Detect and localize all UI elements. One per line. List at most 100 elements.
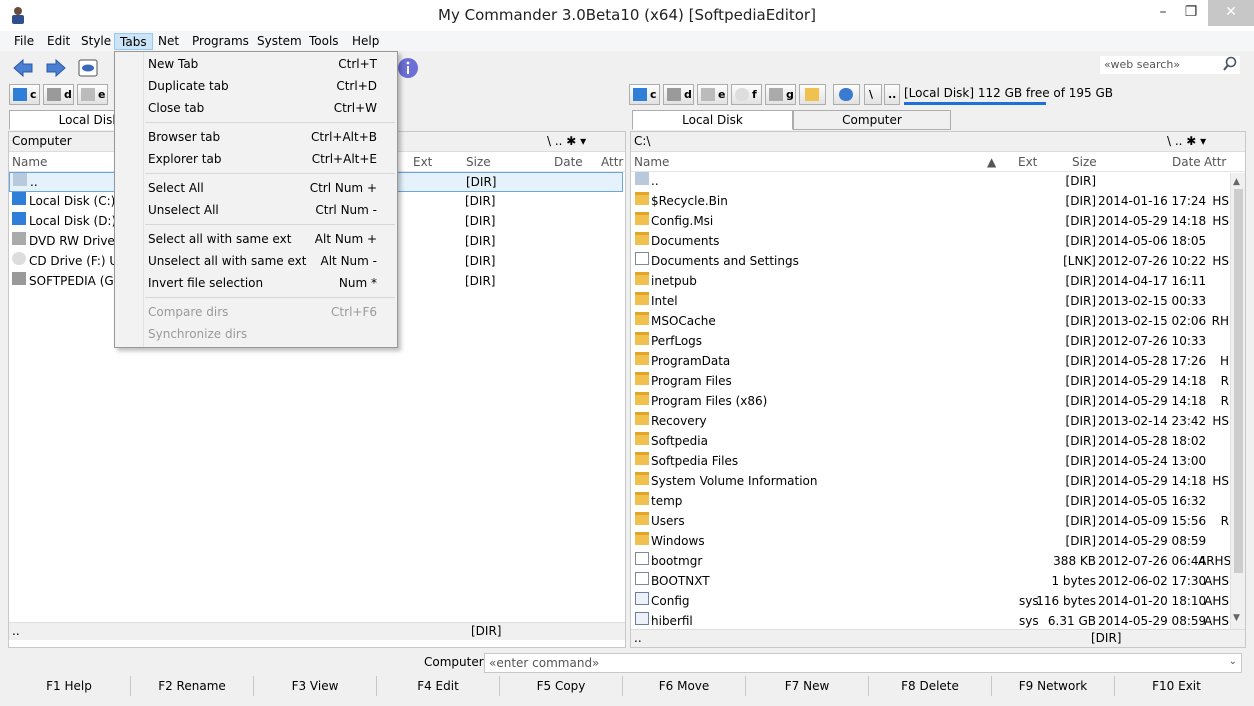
file-name: $Recycle.Bin: [651, 194, 728, 208]
list-item[interactable]: temp [DIR] 2014-05-05 16:32: [631, 492, 1229, 512]
path-tools[interactable]: \ .. ✱ ▾: [1167, 132, 1206, 151]
list-item[interactable]: System Volume Information [DIR] 2014-05-29…: [631, 472, 1229, 492]
list-item[interactable]: inetpub [DIR] 2014-04-17 16:11: [631, 272, 1229, 292]
file-size: [LNK]: [1063, 254, 1096, 268]
right-drive-f[interactable]: f: [731, 84, 762, 105]
list-item[interactable]: ProgramData [DIR] 2014-05-28 17:26 H: [631, 352, 1229, 372]
maximize-button[interactable]: ❐: [1176, 0, 1206, 26]
list-item[interactable]: hiberfil sys 6.31 GB 2014-05-29 08:59 AHS: [631, 612, 1229, 630]
menu-item-unselect-all[interactable]: Unselect All Ctrl Num -: [115, 199, 397, 221]
list-item[interactable]: Softpedia Files [DIR] 2014-05-24 13:00: [631, 452, 1229, 472]
left-drive-c[interactable]: c: [9, 84, 40, 105]
menu-item-select-all[interactable]: Select All Ctrl Num +: [115, 177, 397, 199]
f5-copy-button[interactable]: F5 Copy: [500, 676, 623, 696]
col-name[interactable]: Name: [12, 155, 47, 169]
menu-file[interactable]: File: [9, 33, 39, 50]
col-size[interactable]: Size: [1072, 155, 1097, 169]
menu-system[interactable]: System: [252, 33, 307, 50]
f8-delete-button[interactable]: F8 Delete: [869, 676, 992, 696]
list-item[interactable]: .. [DIR]: [631, 172, 1229, 192]
list-item[interactable]: PerfLogs [DIR] 2012-07-26 10:33: [631, 332, 1229, 352]
menu-item-label: Explorer tab: [148, 152, 222, 166]
list-item[interactable]: Softpedia [DIR] 2014-05-28 18:02: [631, 432, 1229, 452]
menu-tools[interactable]: Tools: [304, 33, 344, 50]
close-button[interactable]: ✕: [1208, 0, 1254, 26]
list-item[interactable]: $Recycle.Bin [DIR] 2014-01-16 17:24 HS: [631, 192, 1229, 212]
menu-item-explorer-tab[interactable]: Explorer tab Ctrl+Alt+E: [115, 148, 397, 170]
list-item[interactable]: MSOCache [DIR] 2013-02-15 02:06 RH: [631, 312, 1229, 332]
menu-net[interactable]: Net: [153, 33, 184, 50]
back-arrow-icon[interactable]: [12, 57, 34, 79]
minimize-button[interactable]: –: [1148, 0, 1178, 26]
col-ext[interactable]: Ext: [1018, 155, 1037, 169]
right-drive-c[interactable]: c: [629, 84, 660, 105]
command-input[interactable]: «enter command» ⌄: [484, 653, 1242, 673]
path-tools[interactable]: \ .. ✱ ▾: [547, 132, 586, 151]
list-item[interactable]: Program Files [DIR] 2014-05-29 14:18 R: [631, 372, 1229, 392]
list-item[interactable]: BOOTNXT 1 bytes 2012-06-02 17:30 AHS: [631, 572, 1229, 592]
right-drive-g[interactable]: g: [765, 84, 796, 105]
parent-dir-button[interactable]: ..: [884, 84, 900, 105]
menu-item-new-tab[interactable]: New Tab Ctrl+T: [115, 53, 397, 75]
root-dir-button[interactable]: \: [864, 84, 882, 105]
right-scrollbar[interactable]: ▲ ▼: [1230, 173, 1245, 629]
list-item[interactable]: Documents [DIR] 2014-05-06 18:05: [631, 232, 1229, 252]
f9-network-button[interactable]: F9 Network: [992, 676, 1115, 696]
scroll-down-icon[interactable]: ▼: [1233, 613, 1240, 623]
right-tab-computer[interactable]: Computer: [793, 110, 951, 130]
f1-help-button[interactable]: F1 Help: [8, 676, 131, 696]
file-size: [DIR]: [1065, 514, 1096, 528]
list-item[interactable]: bootmgr 388 KB 2012-07-26 06:44 ARHS: [631, 552, 1231, 572]
web-search-input[interactable]: «web search»: [1100, 56, 1240, 74]
menu-programs[interactable]: Programs: [187, 33, 254, 50]
left-drive-d[interactable]: d: [43, 84, 74, 105]
chevron-down-icon[interactable]: ⌄: [1229, 656, 1237, 667]
menu-item-select-all-with-same-ext[interactable]: Select all with same ext Alt Num +: [115, 228, 397, 250]
view-icon[interactable]: [77, 57, 99, 79]
menu-item-duplicate-tab[interactable]: Duplicate tab Ctrl+D: [115, 75, 397, 97]
menu-style[interactable]: Style: [76, 33, 116, 50]
list-item[interactable]: Documents and Settings [LNK] 2012-07-26 10…: [631, 252, 1229, 272]
menu-item-browser-tab[interactable]: Browser tab Ctrl+Alt+B: [115, 126, 397, 148]
cd-drive-icon: [735, 88, 749, 101]
scroll-thumb[interactable]: [1234, 189, 1243, 573]
col-name[interactable]: Name: [634, 155, 669, 169]
menu-edit[interactable]: Edit: [42, 33, 75, 50]
f4-edit-button[interactable]: F4 Edit: [377, 676, 500, 696]
forward-arrow-icon[interactable]: [45, 57, 67, 79]
scroll-up-icon[interactable]: ▲: [1233, 177, 1240, 187]
list-item[interactable]: Config.Msi [DIR] 2014-05-29 14:18 HS: [631, 212, 1229, 232]
col-attr[interactable]: Attr: [1204, 155, 1226, 169]
list-item[interactable]: Intel [DIR] 2013-02-15 00:33: [631, 292, 1229, 312]
file-size: [DIR]: [1065, 214, 1096, 228]
list-item[interactable]: Config sys 116 bytes 2014-01-20 18:10 AHS: [631, 592, 1229, 612]
right-tab-local-disk[interactable]: Local Disk: [632, 110, 793, 130]
list-item[interactable]: Program Files (x86) [DIR] 2014-05-29 14:18…: [631, 392, 1229, 412]
menu-tabs[interactable]: Tabs: [114, 33, 153, 50]
right-drive-folder[interactable]: [799, 84, 826, 105]
col-ext[interactable]: Ext: [413, 155, 432, 169]
info-icon[interactable]: [397, 57, 419, 79]
f6-move-button[interactable]: F6 Move: [623, 676, 746, 696]
col-size[interactable]: Size: [466, 155, 491, 169]
f2-rename-button[interactable]: F2 Rename: [131, 676, 254, 696]
f10-exit-button[interactable]: F10 Exit: [1115, 676, 1238, 696]
search-icon[interactable]: [1222, 56, 1238, 72]
menu-help[interactable]: Help: [347, 33, 384, 50]
right-drive-e[interactable]: e: [697, 84, 728, 105]
menu-item-unselect-all-with-same-ext[interactable]: Unselect all with same ext Alt Num -: [115, 250, 397, 272]
menu-item-close-tab[interactable]: Close tab Ctrl+W: [115, 97, 397, 119]
network-icon: [839, 88, 853, 101]
list-item[interactable]: Users [DIR] 2014-05-09 15:56 R: [631, 512, 1229, 532]
right-drive-network[interactable]: [833, 84, 860, 105]
list-item[interactable]: Recovery [DIR] 2013-02-14 23:42 HS: [631, 412, 1229, 432]
left-drive-e[interactable]: e: [77, 84, 108, 105]
col-date[interactable]: Date: [554, 155, 583, 169]
menu-item-invert-file-selection[interactable]: Invert file selection Num *: [115, 272, 397, 294]
list-item[interactable]: Windows [DIR] 2014-05-29 08:59: [631, 532, 1229, 552]
f7-new-button[interactable]: F7 New: [746, 676, 869, 696]
col-date[interactable]: Date: [1172, 155, 1201, 169]
right-drive-d[interactable]: d: [663, 84, 694, 105]
col-attr[interactable]: Attr: [601, 155, 623, 169]
f3-view-button[interactable]: F3 View: [254, 676, 377, 696]
